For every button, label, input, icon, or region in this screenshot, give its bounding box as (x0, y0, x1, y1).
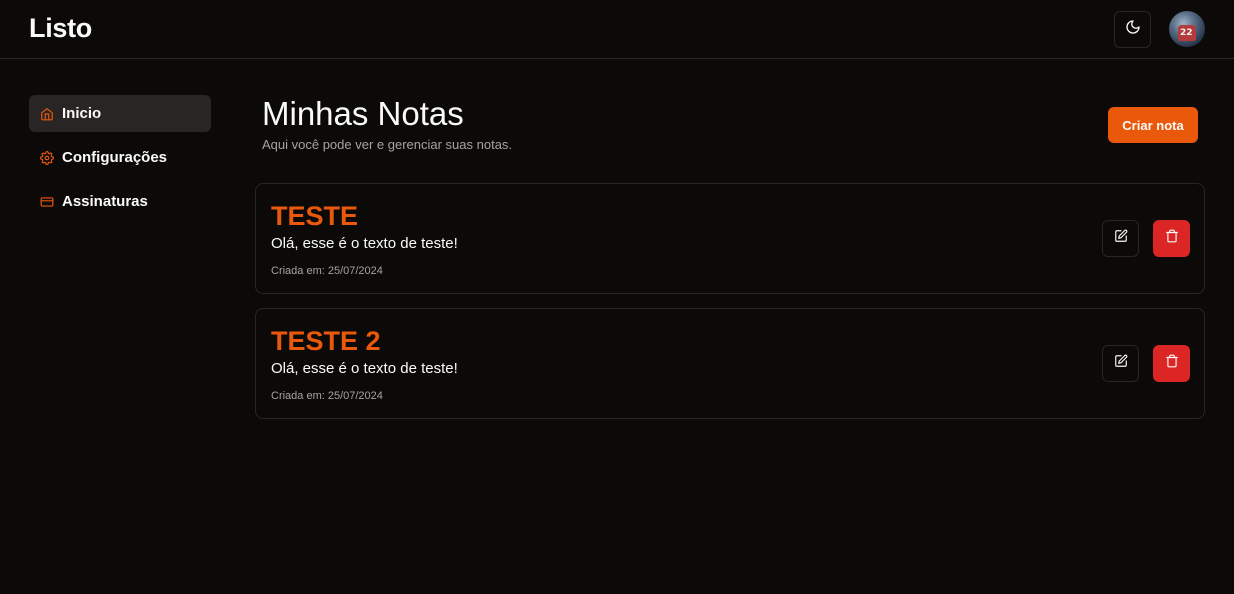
note-text: Olá, esse é o texto de teste! (271, 235, 458, 252)
note-date: Criada em: 25/07/2024 (271, 390, 383, 402)
create-note-button[interactable]: Criar nota (1108, 107, 1198, 143)
top-bar: Listo 22 (0, 0, 1234, 59)
moon-icon (1125, 19, 1141, 40)
sidebar-item-label: Inicio (62, 105, 102, 122)
page-subtitle: Aqui você pode ver e gerenciar suas nota… (262, 137, 513, 152)
sidebar: Inicio Configurações Assinaturas (29, 95, 211, 227)
edit-icon (1114, 229, 1128, 248)
avatar-text: 22 (1180, 28, 1193, 38)
app-logo[interactable]: Listo (29, 13, 92, 44)
sidebar-item-assinaturas[interactable]: Assinaturas (29, 183, 211, 220)
note-card: TESTE Olá, esse é o texto de teste! Cria… (255, 183, 1205, 294)
note-card: TESTE 2 Olá, esse é o texto de teste! Cr… (255, 308, 1205, 419)
credit-card-icon (40, 195, 54, 209)
sidebar-item-label: Assinaturas (62, 193, 148, 210)
delete-note-button[interactable] (1153, 345, 1190, 382)
edit-note-button[interactable] (1102, 345, 1139, 382)
delete-note-button[interactable] (1153, 220, 1190, 257)
note-date: Criada em: 25/07/2024 (271, 265, 383, 277)
gear-icon (40, 150, 54, 165)
edit-icon (1114, 354, 1128, 373)
trash-icon (1165, 229, 1179, 248)
sidebar-item-configuracoes[interactable]: Configurações (29, 139, 211, 176)
note-title: TESTE 2 (271, 326, 381, 356)
home-icon (40, 107, 54, 121)
sidebar-item-label: Configurações (62, 149, 168, 166)
user-avatar[interactable]: 22 (1169, 11, 1205, 47)
note-title: TESTE (271, 201, 359, 231)
sidebar-item-inicio[interactable]: Inicio (29, 95, 211, 132)
page-title: Minhas Notas (262, 95, 464, 132)
edit-note-button[interactable] (1102, 220, 1139, 257)
trash-icon (1165, 354, 1179, 373)
note-text: Olá, esse é o texto de teste! (271, 360, 458, 377)
theme-toggle-button[interactable] (1114, 11, 1151, 48)
